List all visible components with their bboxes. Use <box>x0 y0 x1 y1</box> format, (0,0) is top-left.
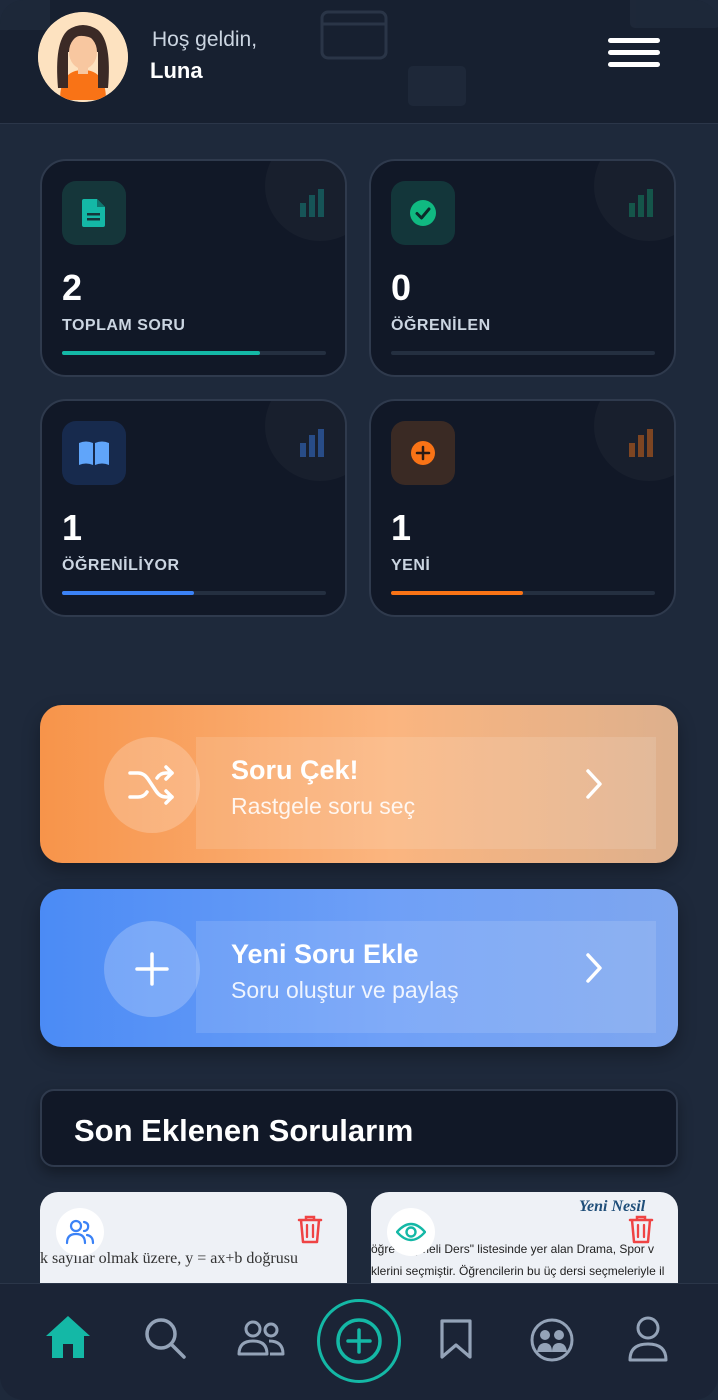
stat-card-total[interactable]: 2 TOPLAM SORU <box>40 159 347 377</box>
eye-icon <box>387 1208 435 1256</box>
menu-icon <box>608 38 660 43</box>
stat-value: 0 <box>391 267 412 308</box>
random-question-button[interactable]: Soru Çek! Rastgele soru seç <box>40 705 678 863</box>
community-icon[interactable] <box>530 1318 574 1362</box>
header: Hoş geldin, Luna <box>0 0 718 124</box>
progress-bar <box>62 351 326 355</box>
card-decoration-icon <box>408 66 466 106</box>
bar-chart-icon <box>629 429 653 457</box>
bookmark-icon[interactable] <box>439 1318 473 1360</box>
menu-button[interactable] <box>608 38 660 74</box>
progress-bar <box>391 351 655 355</box>
trash-icon[interactable] <box>297 1214 323 1244</box>
card-decoration-icon <box>630 0 718 28</box>
question-card[interactable]: Yeni Nesil öğre Seçmeli Ders" listesinde… <box>371 1192 678 1292</box>
chevron-right-icon <box>586 769 602 799</box>
check-circle-icon <box>391 181 455 245</box>
search-icon[interactable] <box>143 1316 187 1360</box>
greeting-text: Hoş geldin, <box>152 28 258 51</box>
avatar[interactable] <box>38 12 128 102</box>
stat-value: 2 <box>62 267 83 308</box>
chevron-right-icon <box>586 953 602 983</box>
book-icon <box>62 421 126 485</box>
question-card[interactable]: k sayılar olmak üzere, y = ax+b doğrusu <box>40 1192 347 1292</box>
profile-icon[interactable] <box>627 1316 669 1362</box>
trash-icon[interactable] <box>628 1214 654 1244</box>
app-screen: Hoş geldin, Luna 2 TOPLAM SORU 0 ÖĞRENİL… <box>0 0 718 1400</box>
bar-chart-icon <box>300 429 324 457</box>
users-icon <box>56 1208 104 1256</box>
shuffle-icon <box>104 737 200 833</box>
progress-bar <box>62 591 326 595</box>
bar-chart-icon <box>300 189 324 217</box>
progress-bar <box>391 591 655 595</box>
bar-chart-icon <box>629 189 653 217</box>
action-title: Soru Çek! <box>231 755 359 785</box>
plus-circle-icon <box>391 421 455 485</box>
stat-value: 1 <box>62 507 83 548</box>
stat-label: TOPLAM SORU <box>62 317 186 334</box>
stat-label: YENİ <box>391 557 431 574</box>
action-subtitle: Soru oluştur ve paylaş <box>231 977 459 1003</box>
username: Luna <box>150 58 203 83</box>
add-circle-button[interactable] <box>317 1299 401 1383</box>
recent-questions-header: Son Eklenen Sorularım <box>40 1089 678 1167</box>
home-icon[interactable] <box>44 1314 92 1360</box>
question-preview: klerini seçmiştir. Öğrencilerin bu üç de… <box>371 1264 665 1278</box>
stat-label: ÖĞRENİLİYOR <box>62 557 180 574</box>
stat-card-new[interactable]: 1 YENİ <box>369 399 676 617</box>
stat-card-learned[interactable]: 0 ÖĞRENİLEN <box>369 159 676 377</box>
action-title: Yeni Soru Ekle <box>231 939 419 969</box>
action-subtitle: Rastgele soru seç <box>231 793 416 819</box>
plus-icon <box>104 921 200 1017</box>
stat-value: 1 <box>391 507 412 548</box>
document-icon <box>62 181 126 245</box>
add-circle-icon <box>336 1318 382 1364</box>
folder-decoration-icon <box>320 10 388 60</box>
stat-card-learning[interactable]: 1 ÖĞRENİLİYOR <box>40 399 347 617</box>
add-question-button[interactable]: Yeni Soru Ekle Soru oluştur ve paylaş <box>40 889 678 1047</box>
bottom-navigation <box>0 1283 718 1400</box>
section-title: Son Eklenen Sorularım <box>74 1113 414 1148</box>
friends-icon[interactable] <box>236 1320 286 1356</box>
user-avatar-icon <box>38 12 128 102</box>
stat-label: ÖĞRENİLEN <box>391 317 491 334</box>
